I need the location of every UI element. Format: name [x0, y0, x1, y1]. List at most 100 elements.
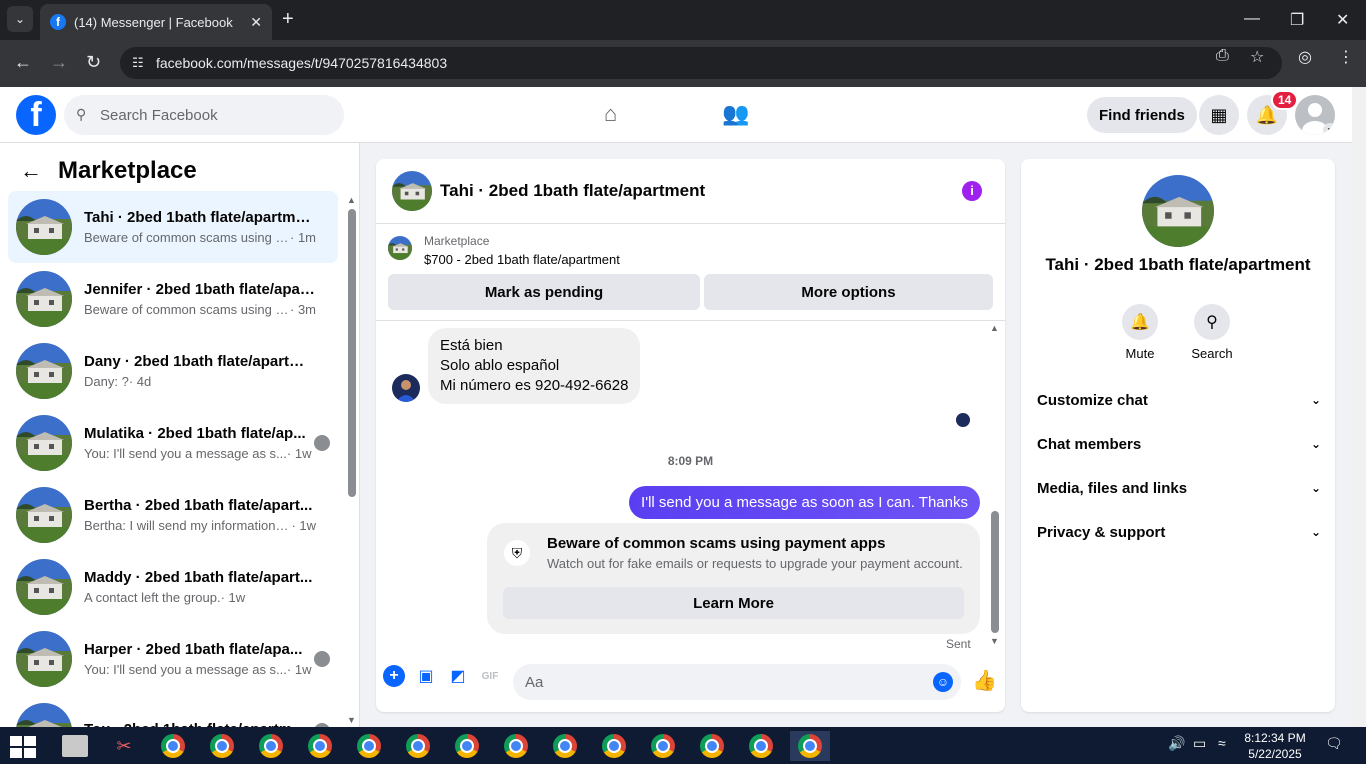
- scroll-down-icon[interactable]: ▼: [347, 715, 356, 725]
- menu-grid-icon[interactable]: ▦: [1199, 95, 1239, 135]
- sender-avatar[interactable]: [392, 374, 420, 402]
- scroll-up-icon[interactable]: ▲: [990, 323, 999, 333]
- chrome-window-icon[interactable]: [692, 731, 732, 761]
- restore-icon[interactable]: ❐: [1290, 10, 1304, 30]
- privacy-support-section[interactable]: Privacy & support ⌄: [1037, 510, 1321, 554]
- chat-title[interactable]: Tahi · 2bed 1bath flate/apartment: [440, 181, 705, 201]
- profile-icon[interactable]: ◎: [1298, 47, 1312, 67]
- chrome-window-icon[interactable]: [447, 731, 487, 761]
- scam-warning-subtitle: Watch out for fake emails or requests to…: [547, 556, 963, 571]
- back-icon[interactable]: ←: [14, 52, 32, 73]
- listing-thumbnail[interactable]: [392, 171, 432, 211]
- conversation-item[interactable]: Tahi · 2bed 1bath flate/apartment Beware …: [8, 191, 338, 263]
- gif-icon[interactable]: GIF: [479, 665, 501, 687]
- chrome-window-icon[interactable]: [398, 731, 438, 761]
- learn-more-button[interactable]: Learn More: [503, 587, 964, 619]
- listing-price-title[interactable]: $700 - 2bed 1bath flate/apartment: [424, 252, 620, 267]
- chrome-window-icon[interactable]: [349, 731, 389, 761]
- chrome-window-icon[interactable]: [251, 731, 291, 761]
- incoming-message[interactable]: Está bien Solo ablo español Mi número es…: [428, 328, 641, 404]
- bookmark-star-icon[interactable]: ☆: [1250, 47, 1264, 67]
- listing-thumbnail: [16, 199, 72, 255]
- conversation-item[interactable]: Harper · 2bed 1bath flate/apa... You: I'l…: [8, 623, 338, 695]
- file-explorer-icon[interactable]: [55, 731, 95, 761]
- details-chat-name: Tahi · 2bed 1bath flate/apartment: [1045, 255, 1311, 274]
- facebook-search-input[interactable]: ⚲ Search Facebook: [64, 95, 344, 135]
- home-icon[interactable]: ⌂: [604, 101, 617, 127]
- facebook-logo[interactable]: f: [16, 95, 56, 135]
- thumbs-up-icon[interactable]: 👍: [972, 668, 997, 693]
- listing-thumbnail: [16, 631, 72, 687]
- media-files-links-section[interactable]: Media, files and links ⌄: [1037, 466, 1321, 510]
- chrome-window-icon[interactable]: [496, 731, 536, 761]
- close-window-icon[interactable]: ✕: [1336, 10, 1349, 30]
- chrome-window-icon[interactable]: [741, 731, 781, 761]
- windows-start-icon[interactable]: [10, 736, 36, 758]
- more-options-button[interactable]: More options: [704, 274, 993, 310]
- conversation-item[interactable]: Mulatika · 2bed 1bath flate/ap... You: I'…: [8, 407, 338, 479]
- mark-as-pending-button[interactable]: Mark as pending: [388, 274, 700, 310]
- listing-photo[interactable]: [1142, 175, 1214, 247]
- conversation-item[interactable]: Bertha · 2bed 1bath flate/apart... Bertha…: [8, 479, 338, 551]
- outgoing-message[interactable]: I'll send you a message as soon as I can…: [629, 486, 980, 519]
- customize-chat-section[interactable]: Customize chat ⌄: [1037, 378, 1321, 422]
- listing-thumbnail: [16, 487, 72, 543]
- forward-icon[interactable]: →: [50, 52, 68, 73]
- browser-menu-icon[interactable]: ⋮: [1338, 47, 1354, 67]
- emoji-icon[interactable]: ☺: [933, 672, 953, 692]
- conversation-item[interactable]: Dany · 2bed 1bath flate/apartme... Dany: …: [8, 335, 338, 407]
- page-scrollbar[interactable]: [1352, 87, 1366, 727]
- friends-icon[interactable]: 👥: [722, 101, 749, 127]
- wifi-icon[interactable]: ≈: [1218, 735, 1226, 751]
- snipping-tool-icon[interactable]: ✂: [104, 731, 144, 761]
- mute-label: Mute: [1125, 346, 1155, 361]
- site-info-icon[interactable]: ☷: [132, 55, 144, 71]
- chrome-window-icon[interactable]: [643, 731, 683, 761]
- conversation-name: Tahi · 2bed 1bath flate/apartment: [84, 209, 316, 226]
- install-app-icon[interactable]: ⎙: [1216, 47, 1229, 65]
- close-tab-icon[interactable]: ✕: [250, 14, 262, 31]
- scroll-down-icon[interactable]: ▼: [990, 636, 999, 646]
- tab-search-button[interactable]: ⌄: [7, 6, 33, 32]
- chrome-window-icon[interactable]: [153, 731, 193, 761]
- chrome-window-icon[interactable]: [300, 731, 340, 761]
- new-tab-icon[interactable]: +: [282, 8, 294, 31]
- attach-photo-icon[interactable]: ▣: [415, 665, 437, 687]
- account-avatar[interactable]: ▾: [1295, 95, 1335, 135]
- chrome-window-icon[interactable]: [594, 731, 634, 761]
- scroll-thumb[interactable]: [348, 209, 356, 497]
- scroll-thumb[interactable]: [991, 511, 999, 633]
- message-input[interactable]: Aa: [513, 664, 961, 700]
- sent-status: Sent: [946, 637, 971, 651]
- address-bar[interactable]: ☷ facebook.com/messages/t/94702578164348…: [120, 47, 1282, 79]
- conversation-item[interactable]: Jennifer · 2bed 1bath flate/apart... Bewa…: [8, 263, 338, 335]
- minimize-icon[interactable]: —: [1244, 10, 1260, 28]
- conversation-item[interactable]: Tou · 2bed 1bath flate/apartm...: [8, 695, 338, 727]
- message-line: Mi número es 920-492-6628: [440, 377, 629, 394]
- mute-button[interactable]: 🔔 Mute: [1110, 304, 1170, 361]
- chrome-window-icon[interactable]: [202, 731, 242, 761]
- chat-members-section[interactable]: Chat members ⌄: [1037, 422, 1321, 466]
- plus-icon[interactable]: +: [383, 665, 405, 687]
- notification-center-icon[interactable]: 🗨: [1325, 735, 1343, 752]
- conversation-item[interactable]: Maddy · 2bed 1bath flate/apart... A conta…: [8, 551, 338, 623]
- info-icon[interactable]: i: [962, 181, 982, 201]
- chrome-window-icon[interactable]: [545, 731, 585, 761]
- find-friends-button[interactable]: Find friends: [1087, 97, 1197, 133]
- browser-tab-messenger[interactable]: f (14) Messenger | Facebook ✕: [40, 4, 272, 40]
- reload-icon[interactable]: ↻: [86, 52, 101, 73]
- system-clock[interactable]: 8:12:34 PM 5/22/2025: [1240, 730, 1310, 762]
- scroll-up-icon[interactable]: ▲: [347, 195, 356, 205]
- listing-mini-thumbnail[interactable]: [388, 236, 412, 260]
- thread-scrollbar[interactable]: ▲ ▼: [988, 321, 1002, 651]
- conversation-time: · 1m: [290, 230, 316, 245]
- chrome-window-icon[interactable]: [790, 731, 830, 761]
- battery-icon[interactable]: ▭: [1193, 735, 1206, 752]
- sticker-icon[interactable]: ◩: [447, 665, 469, 687]
- marketplace-listing-banner: Marketplace $700 - 2bed 1bath flate/apar…: [376, 224, 1005, 321]
- volume-icon[interactable]: 🔊: [1168, 735, 1185, 752]
- conversation-list-scrollbar[interactable]: ▲ ▼: [346, 195, 358, 727]
- search-in-chat-button[interactable]: ⚲ Search: [1182, 304, 1242, 361]
- back-arrow-icon[interactable]: ←: [20, 158, 42, 184]
- chevron-down-icon: ⌄: [1310, 481, 1321, 495]
